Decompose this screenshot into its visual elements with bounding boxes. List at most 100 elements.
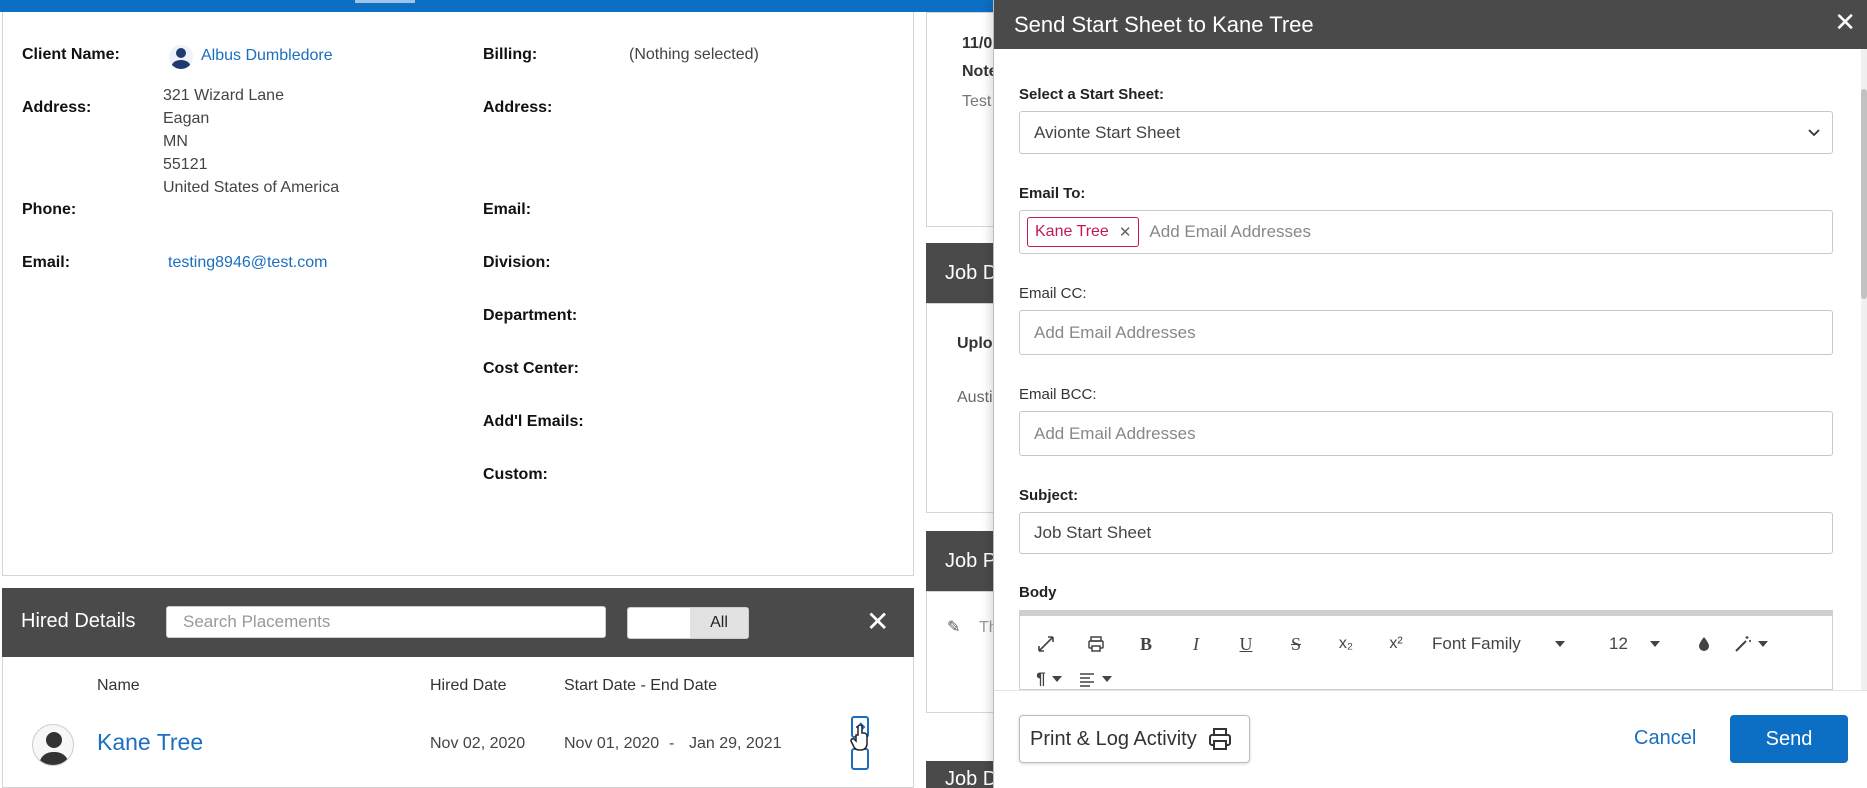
printer-icon	[1208, 728, 1231, 750]
app-top-bar	[0, 0, 1000, 12]
strikethrough-button[interactable]: S	[1282, 630, 1310, 658]
client-name-link[interactable]: Albus Dumbledore	[201, 47, 333, 65]
cancel-button[interactable]: Cancel	[1634, 727, 1696, 750]
chevron-down-icon	[1808, 129, 1820, 137]
client-avatar	[169, 45, 193, 69]
placements-filter-toggle[interactable]: All	[627, 607, 749, 639]
modal-scrollbar[interactable]	[1861, 49, 1867, 690]
hired-details-title: Hired Details	[21, 610, 136, 632]
caret-down-icon	[1649, 641, 1660, 647]
address-line-3: MN	[163, 133, 188, 150]
font-size-value: 12	[1609, 634, 1628, 653]
close-icon[interactable]: ✕	[1834, 8, 1856, 36]
placement-hired-date: Nov 02, 2020	[430, 735, 526, 752]
address-line-2: Eagan	[163, 110, 210, 127]
hired-details-header: Hired Details All ✕	[2, 588, 914, 657]
email-cc-label: Email CC:	[1019, 285, 1087, 302]
email-cc-field[interactable]	[1019, 310, 1833, 355]
send-button-label: Send	[1765, 727, 1813, 750]
send-button[interactable]: Send	[1730, 715, 1848, 763]
email-to-input[interactable]	[1149, 222, 1832, 242]
modal-footer: Print & Log Activity Cancel Send	[994, 690, 1867, 788]
job-documents-title-fragment: Job D	[945, 262, 998, 284]
print-icon[interactable]	[1082, 630, 1110, 658]
activity-date-fragment: 11/0	[962, 35, 993, 52]
placement-avatar	[32, 724, 74, 766]
division-label: Division:	[483, 254, 551, 271]
job-placement-title-fragment: Job P	[945, 550, 997, 572]
email-cc-input[interactable]	[1034, 322, 1832, 343]
fullscreen-icon[interactable]	[1032, 630, 1060, 658]
subject-field[interactable]: Job Start Sheet	[1019, 512, 1833, 554]
client-name-label: Client Name:	[22, 46, 120, 63]
body-label: Body	[1019, 584, 1057, 601]
start-sheet-select[interactable]: Avionte Start Sheet	[1019, 111, 1833, 154]
email-bcc-field[interactable]	[1019, 411, 1833, 456]
person-icon	[171, 48, 191, 69]
magic-wand-icon[interactable]	[1732, 630, 1770, 658]
placement-end-date: Jan 29, 2021	[689, 735, 782, 752]
billing-label: Billing:	[483, 46, 538, 63]
subject-label: Subject:	[1019, 487, 1079, 504]
caret-down-icon	[1554, 641, 1565, 647]
client-details-panel: Client Name: Albus Dumbledore Address: 3…	[2, 12, 914, 576]
email-to-label: Email To:	[1019, 185, 1086, 202]
close-icon[interactable]: ✕	[866, 608, 889, 636]
email-bcc-label: Email BCC:	[1019, 386, 1097, 403]
font-family-value: Font Family	[1432, 634, 1521, 653]
send-start-sheet-modal: Send Start Sheet to Kane Tree ✕ Select a…	[993, 0, 1867, 788]
billing-email-label: Email:	[483, 201, 532, 218]
start-sheet-label: Select a Start Sheet:	[1019, 86, 1165, 103]
font-family-dropdown[interactable]: Font Family	[1432, 630, 1602, 658]
superscript-button[interactable]: x²	[1382, 630, 1410, 658]
addl-emails-label: Add'l Emails:	[483, 413, 584, 430]
caret-down-icon	[1758, 641, 1768, 647]
scrollbar-thumb[interactable]	[1861, 89, 1867, 299]
date-separator: -	[669, 735, 675, 752]
edit-icon[interactable]: ✎	[947, 617, 960, 637]
text-color-icon[interactable]	[1690, 630, 1718, 658]
address-line-1: 321 Wizard Lane	[163, 87, 284, 104]
email-label: Email:	[22, 254, 71, 271]
send-start-sheet-icon[interactable]	[848, 713, 876, 771]
italic-button[interactable]: I	[1182, 630, 1210, 658]
recipient-tag: Kane Tree ✕	[1027, 217, 1140, 247]
address-line-4: 55121	[163, 156, 208, 173]
paragraph-format-icon[interactable]: ¶	[1032, 668, 1066, 690]
start-sheet-selected-value: Avionte Start Sheet	[1034, 122, 1181, 142]
email-to-field[interactable]: Kane Tree ✕	[1019, 210, 1833, 254]
placement-name-link[interactable]: Kane Tree	[97, 729, 203, 756]
person-silhouette-icon	[39, 732, 69, 765]
bottom-section-title-fragment: Job D	[945, 768, 998, 788]
remove-recipient-icon[interactable]: ✕	[1119, 223, 1132, 241]
phone-label: Phone:	[22, 201, 77, 218]
align-icon[interactable]	[1076, 668, 1114, 690]
billing-address-label: Address:	[483, 99, 553, 116]
subject-value[interactable]: Job Start Sheet	[1034, 523, 1151, 543]
custom-label: Custom:	[483, 466, 548, 483]
print-log-activity-label: Print & Log Activity	[1030, 727, 1197, 750]
modal-title: Send Start Sheet to Kane Tree	[1014, 12, 1314, 37]
address-label: Address:	[22, 99, 92, 116]
billing-value: (Nothing selected)	[629, 46, 759, 63]
search-placements-input[interactable]	[166, 606, 606, 638]
activity-test-fragment: Test	[962, 93, 992, 110]
body-editor-toolbar: B I U S x₂ x² Font Family 12 ¶	[1019, 610, 1833, 690]
column-header-hired-date[interactable]: Hired Date	[430, 677, 506, 695]
department-label: Department:	[483, 307, 578, 324]
client-email-link[interactable]: testing8946@test.com	[168, 254, 327, 272]
address-line-5: United States of America	[163, 179, 340, 196]
cost-center-label: Cost Center:	[483, 360, 580, 377]
font-size-dropdown[interactable]: 12	[1609, 630, 1669, 658]
subscript-button[interactable]: x₂	[1332, 630, 1360, 658]
placement-start-date: Nov 01, 2020	[564, 735, 660, 752]
toggle-all-option[interactable]: All	[690, 608, 748, 638]
column-header-name[interactable]: Name	[97, 677, 140, 695]
column-header-start-end-date[interactable]: Start Date - End Date	[564, 677, 717, 695]
print-log-activity-button[interactable]: Print & Log Activity	[1019, 715, 1250, 763]
hired-details-table: Name Hired Date Start Date - End Date Ka…	[2, 657, 914, 788]
active-tab-indicator	[355, 0, 415, 3]
email-bcc-input[interactable]	[1034, 423, 1832, 444]
bold-button[interactable]: B	[1132, 630, 1160, 658]
underline-button[interactable]: U	[1232, 630, 1260, 658]
